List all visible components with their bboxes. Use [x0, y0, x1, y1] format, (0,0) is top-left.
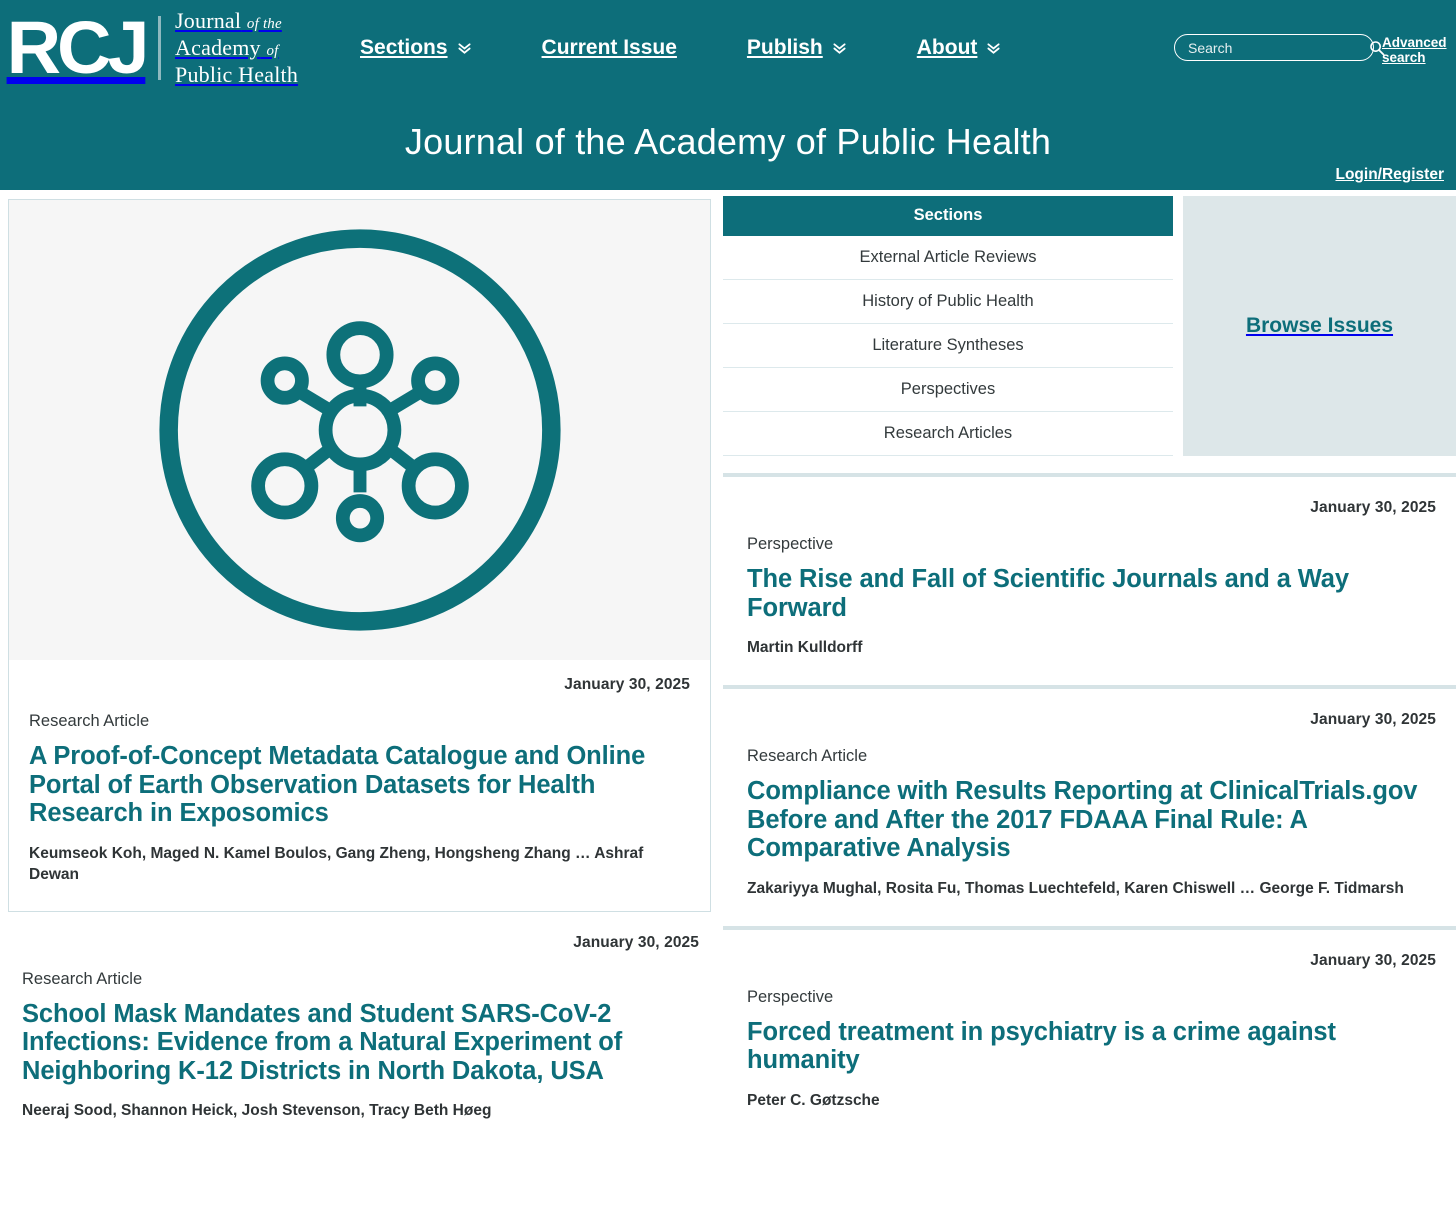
main-navigation: Sections Current Issue Publish About: [360, 30, 1001, 66]
right-column: Sections External Article Reviews Histor…: [719, 196, 1456, 1121]
journal-banner: Journal of the Academy of Public Health …: [0, 95, 1456, 190]
article-item[interactable]: January 30, 2025 Perspective The Rise an…: [719, 499, 1456, 658]
article-type: Research Article: [29, 712, 150, 730]
article-authors: Keumseok Koh, Maged N. Kamel Boulos, Gan…: [29, 844, 644, 883]
sections-item-history-of-public-health[interactable]: History of Public Health: [723, 280, 1173, 324]
chevron-down-icon: [457, 41, 472, 56]
logo-wordmark: Journal of the Academy of Public Health: [175, 9, 298, 86]
featured-article-image: [9, 200, 710, 660]
logo-monogram: RCJ: [6, 5, 150, 89]
article-type: Perspective: [747, 535, 834, 553]
search-box[interactable]: [1174, 34, 1385, 61]
article-authors: Martin Kulldorff: [747, 639, 863, 656]
chevron-down-icon: [986, 41, 1001, 56]
divider: [723, 925, 1456, 930]
article-item[interactable]: January 30, 2025 Perspective Forced trea…: [719, 952, 1456, 1111]
site-header: RCJ Journal of the Academy of Public Hea…: [0, 0, 1456, 95]
article-date: January 30, 2025: [564, 676, 690, 693]
logo-line2-small: of: [266, 43, 279, 59]
article-title-link[interactable]: The Rise and Fall of Scientific Journals…: [747, 565, 1436, 622]
logo-line1-small: of the: [246, 16, 282, 32]
logo-divider: [158, 15, 162, 80]
nav-label-sections: Sections: [360, 35, 448, 59]
chevron-down-icon: [832, 41, 847, 56]
sections-item-research-articles[interactable]: Research Articles: [723, 412, 1173, 456]
article-authors: Zakariyya Mughal, Rosita Fu, Thomas Luec…: [747, 879, 1404, 897]
site-logo-link[interactable]: RCJ Journal of the Academy of Public Hea…: [0, 0, 298, 95]
divider: [723, 473, 1456, 477]
nav-item-publish[interactable]: Publish: [747, 30, 847, 66]
sections-panel: Sections External Article Reviews Histor…: [723, 196, 1173, 456]
article-date: January 30, 2025: [1310, 711, 1436, 728]
sidebar-widgets: Sections External Article Reviews Histor…: [719, 196, 1456, 456]
article-authors: Peter C. Gøtzsche: [747, 1091, 880, 1109]
article-title-link[interactable]: Compliance with Results Reporting at Cli…: [747, 777, 1436, 863]
nav-label-current-issue: Current Issue: [541, 35, 677, 59]
left-column: January 30, 2025 Research Article A Proo…: [0, 196, 719, 1121]
divider: [723, 685, 1456, 689]
login-register-link[interactable]: Login/Register: [1335, 166, 1444, 184]
sections-item-perspectives[interactable]: Perspectives: [723, 368, 1173, 412]
article-type: Research Article: [22, 969, 143, 988]
logo-line2: Academy: [175, 35, 261, 60]
logo-line3: Public Health: [175, 62, 299, 87]
journal-title: Journal of the Academy of Public Health: [404, 121, 1052, 162]
article-date: January 30, 2025: [1310, 951, 1436, 969]
sections-item-literature-syntheses[interactable]: Literature Syntheses: [723, 324, 1173, 368]
main-content: January 30, 2025 Research Article A Proo…: [0, 190, 1456, 1121]
article-date: January 30, 2025: [573, 933, 699, 951]
article-type: Perspective: [747, 987, 834, 1006]
sections-item-external-article-reviews[interactable]: External Article Reviews: [723, 236, 1173, 280]
logo-line1: Journal: [175, 8, 242, 33]
advanced-search-link[interactable]: Advanced search: [1382, 34, 1448, 65]
nav-item-about[interactable]: About: [917, 30, 1002, 66]
article-item[interactable]: January 30, 2025 Research Article School…: [0, 934, 719, 1122]
nav-label-publish: Publish: [746, 35, 823, 59]
search-area: Advanced search: [1174, 34, 1448, 65]
nav-item-sections[interactable]: Sections: [360, 30, 472, 66]
article-date: January 30, 2025: [1310, 499, 1436, 516]
nav-item-current-issue[interactable]: Current Issue: [542, 30, 677, 66]
browse-issues-card[interactable]: Browse Issues: [1183, 196, 1456, 456]
article-type: Research Article: [747, 747, 868, 765]
article-title-link[interactable]: School Mask Mandates and Student SARS-Co…: [22, 1000, 699, 1086]
article-item[interactable]: January 30, 2025 Research Article Compli…: [719, 711, 1456, 899]
sections-panel-heading: Sections: [723, 196, 1173, 236]
article-title-link[interactable]: A Proof-of-Concept Metadata Catalogue an…: [29, 742, 690, 828]
network-nodes-icon: [145, 215, 575, 645]
article-title-link[interactable]: Forced treatment in psychiatry is a crim…: [747, 1018, 1436, 1075]
article-authors: Neeraj Sood, Shannon Heick, Josh Stevens…: [22, 1102, 492, 1119]
featured-article-card[interactable]: January 30, 2025 Research Article A Proo…: [8, 199, 711, 912]
browse-issues-label: Browse Issues: [1245, 314, 1394, 337]
search-input[interactable]: [1188, 39, 1369, 56]
featured-article-body: January 30, 2025 Research Article A Proo…: [9, 660, 710, 911]
nav-label-about: About: [916, 35, 978, 59]
